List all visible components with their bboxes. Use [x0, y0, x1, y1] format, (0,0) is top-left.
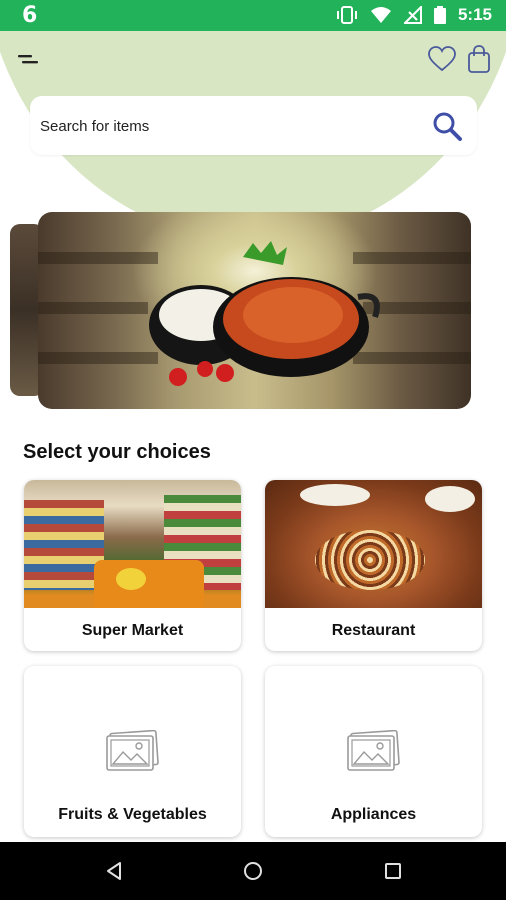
restaurant-image [265, 480, 482, 608]
signal-icon [403, 6, 422, 24]
category-label: Super Market [81, 622, 184, 639]
banner-slide[interactable] [38, 212, 471, 409]
menu-icon[interactable] [18, 52, 40, 68]
section-title: Select your choices [23, 441, 211, 463]
curry-dish-image [149, 241, 380, 386]
back-icon[interactable] [104, 861, 124, 881]
status-bar: 6 5:15 [0, 0, 506, 31]
category-label: Fruits & Vegetables [58, 806, 207, 823]
recents-icon[interactable] [385, 863, 401, 879]
super-market-image [24, 480, 241, 608]
vibrate-icon [336, 6, 357, 24]
category-card-super-market[interactable]: Super Market [24, 480, 241, 651]
banner-carousel[interactable] [0, 212, 506, 412]
shelf [38, 352, 158, 364]
category-card-fruits-vegetables[interactable]: Fruits & Vegetables [24, 666, 241, 837]
category-label: Appliances [330, 806, 417, 823]
app-logo-icon: 6 [22, 3, 38, 28]
status-time: 5:15 [457, 5, 492, 24]
search-bar[interactable] [30, 96, 477, 155]
shopping-bag-icon[interactable] [468, 45, 490, 73]
home-icon[interactable] [243, 861, 263, 881]
wifi-icon [370, 7, 391, 23]
image-placeholder-icon [347, 730, 400, 771]
search-icon[interactable] [431, 110, 463, 142]
system-navigation-bar [0, 842, 506, 900]
category-card-appliances[interactable]: Appliances [265, 666, 482, 837]
status-icons: 5:15 [336, 5, 492, 25]
search-input[interactable] [40, 112, 400, 140]
category-card-restaurant[interactable]: Restaurant [265, 480, 482, 651]
shelf [38, 302, 148, 314]
image-placeholder-icon [106, 730, 159, 771]
category-label: Restaurant [331, 622, 416, 639]
battery-icon [433, 6, 446, 24]
shelf [38, 252, 158, 264]
heart-icon[interactable] [428, 46, 456, 72]
